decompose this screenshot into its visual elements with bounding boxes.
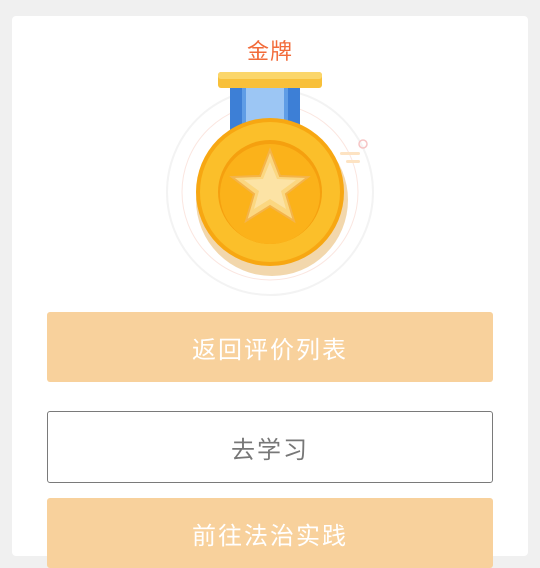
medal-title: 金牌 [246,40,293,65]
go-study-button[interactable]: 去学习 [47,411,493,483]
return-to-list-button[interactable]: 返回评价列表 [47,312,493,382]
go-to-practice-button[interactable]: 前往法治实践 [47,498,493,568]
gold-medal-icon [150,64,390,304]
